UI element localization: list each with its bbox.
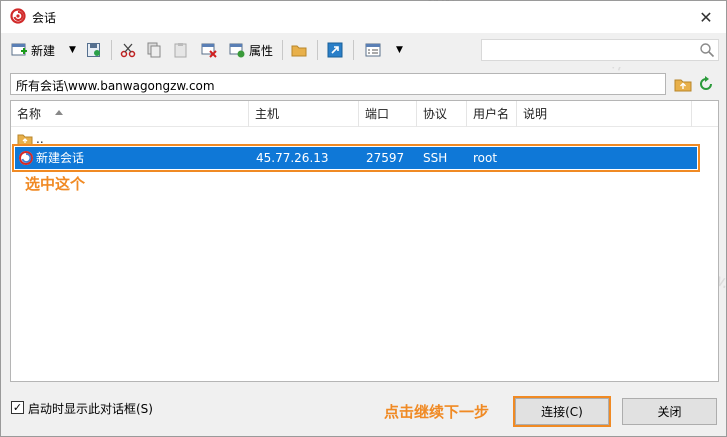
parent-folder-icon bbox=[17, 134, 33, 146]
up-folder-button[interactable] bbox=[674, 75, 692, 93]
list-header: 名称 主机 端口 协议 用户名 说明 bbox=[11, 101, 718, 127]
copy-button[interactable] bbox=[146, 39, 162, 61]
path-text: 所有会话\www.banwagongzw.com bbox=[16, 79, 215, 93]
properties-button[interactable]: 属性 bbox=[229, 39, 273, 61]
session-list[interactable]: 名称 主机 端口 协议 用户名 说明 .. 新建会话 45.77.26.13 2… bbox=[10, 100, 719, 382]
refresh-button[interactable] bbox=[697, 75, 715, 93]
list-view-icon bbox=[365, 43, 381, 57]
table-row[interactable]: 新建会话 45.77.26.13 27597 SSH root bbox=[12, 144, 700, 172]
cut-button[interactable] bbox=[120, 39, 136, 61]
title-bar: 会话 ✕ bbox=[1, 1, 726, 33]
save-icon bbox=[87, 43, 100, 57]
close-window-button[interactable]: ✕ bbox=[694, 5, 718, 29]
delete-icon bbox=[201, 43, 217, 58]
annotation-click-next: 点击继续下一步 bbox=[384, 403, 490, 421]
folder-icon bbox=[291, 45, 307, 57]
show-on-startup-label[interactable]: 启动时显示此对话框(S) bbox=[28, 400, 153, 417]
close-label: 关闭 bbox=[657, 405, 682, 419]
close-button[interactable]: 关闭 bbox=[622, 398, 717, 425]
new-folder-button[interactable] bbox=[291, 39, 307, 61]
parent-folder-label: .. bbox=[36, 132, 44, 146]
path-bar[interactable]: 所有会话\www.banwagongzw.com bbox=[10, 73, 666, 95]
checkmark-icon: ✓ bbox=[12, 401, 23, 414]
shortcut-icon bbox=[327, 42, 343, 58]
paste-icon bbox=[174, 43, 187, 58]
scissors-icon bbox=[120, 43, 136, 58]
annotation-select-this: 选中这个 bbox=[25, 175, 86, 193]
toolbar-separator bbox=[282, 40, 283, 60]
close-icon: ✕ bbox=[699, 7, 713, 27]
view-dropdown-button[interactable]: ▼ bbox=[396, 39, 403, 61]
properties-icon bbox=[229, 43, 245, 58]
connect-button[interactable]: 连接(C) bbox=[513, 396, 611, 427]
session-name: 新建会话 bbox=[36, 151, 85, 165]
paste-button[interactable] bbox=[173, 39, 189, 61]
chevron-down-icon: ▼ bbox=[396, 45, 403, 55]
column-protocol[interactable]: 协议 bbox=[417, 101, 467, 127]
toolbar-separator bbox=[317, 40, 318, 60]
column-user[interactable]: 用户名 bbox=[467, 101, 517, 127]
copy-icon bbox=[147, 42, 161, 58]
delete-button[interactable] bbox=[201, 39, 217, 61]
shortcut-button[interactable] bbox=[327, 39, 343, 61]
new-icon bbox=[11, 43, 27, 56]
session-icon bbox=[19, 151, 33, 165]
session-port: 27597 bbox=[366, 151, 405, 165]
session-host: 45.77.26.13 bbox=[256, 151, 329, 165]
session-user: root bbox=[473, 151, 498, 165]
new-dropdown-button[interactable]: ▼ bbox=[69, 39, 76, 61]
app-logo-icon bbox=[10, 8, 26, 24]
save-button[interactable] bbox=[86, 39, 102, 61]
chevron-down-icon: ▼ bbox=[69, 45, 76, 55]
column-port[interactable]: 端口 bbox=[359, 101, 417, 127]
toolbar-separator bbox=[111, 40, 112, 60]
window-title: 会话 bbox=[32, 11, 57, 25]
column-description[interactable]: 说明 bbox=[517, 101, 692, 127]
show-on-startup-checkbox[interactable]: ✓ bbox=[11, 401, 24, 414]
parent-folder-row[interactable]: .. bbox=[12, 129, 717, 149]
new-session-button[interactable]: 新建 bbox=[11, 39, 55, 61]
search-input[interactable] bbox=[481, 39, 719, 61]
session-dialog: www.banwagongzw.com www.banwagongzw.com … bbox=[0, 0, 727, 437]
connect-label: 连接(C) bbox=[541, 405, 583, 419]
toolbar-separator bbox=[353, 40, 354, 60]
column-host[interactable]: 主机 bbox=[249, 101, 359, 127]
search-icon bbox=[700, 43, 715, 58]
column-name[interactable]: 名称 bbox=[11, 101, 249, 127]
new-label: 新建 bbox=[31, 43, 56, 58]
properties-label: 属性 bbox=[249, 43, 274, 58]
sort-ascending-icon bbox=[55, 110, 63, 115]
session-protocol: SSH bbox=[423, 151, 448, 165]
view-mode-button[interactable] bbox=[365, 39, 381, 61]
